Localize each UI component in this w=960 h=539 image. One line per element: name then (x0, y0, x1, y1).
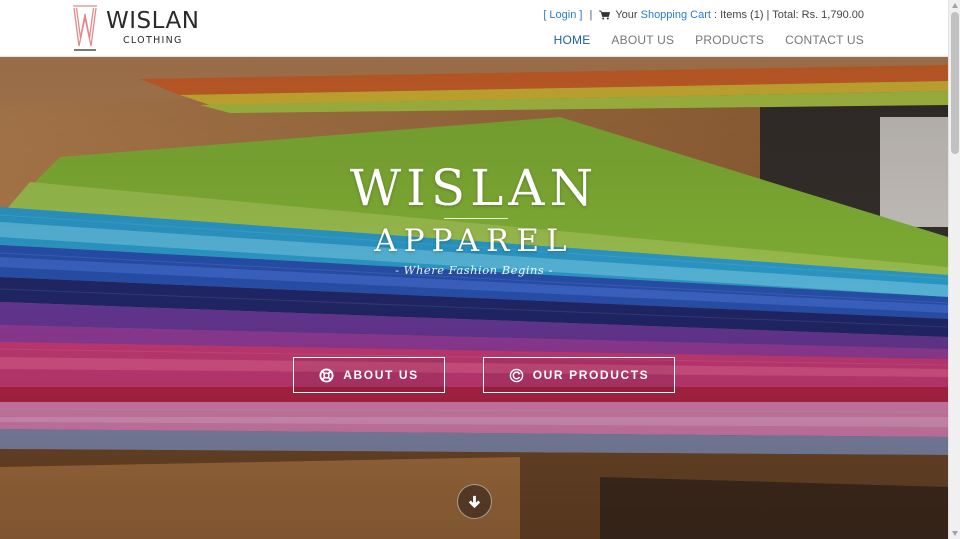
logo-subtitle: CLOTHING (123, 35, 183, 47)
nav-about-us[interactable]: ABOUT US (611, 33, 674, 47)
logo-name: WISLAN (106, 8, 200, 35)
our-products-button-label: OUR PRODUCTS (532, 368, 650, 382)
our-products-button[interactable]: OUR PRODUCTS (483, 357, 675, 393)
hero-section: WISLAN APPAREL - Where Fashion Begins - … (0, 57, 948, 539)
refresh-icon (509, 368, 524, 382)
nav-products[interactable]: PRODUCTS (695, 33, 764, 47)
cart-prefix: Your (615, 9, 638, 21)
hero-divider (444, 218, 508, 219)
hero-subtitle: APPAREL (374, 223, 574, 259)
about-us-button[interactable]: ABOUT US (293, 357, 445, 393)
page-scrollbar[interactable] (948, 0, 960, 539)
brand-logo[interactable]: WISLAN CLOTHING (72, 3, 199, 53)
shopping-cart-icon (599, 10, 611, 20)
main-nav: HOME ABOUT US PRODUCTS CONTACT US (554, 33, 864, 47)
site-header: WISLAN CLOTHING [ Login ] | Your Shoppin… (0, 0, 948, 57)
scroll-down-arrow-icon[interactable] (951, 529, 959, 537)
lifebuoy-icon (319, 367, 334, 383)
logo-w-mark-icon (72, 4, 98, 52)
nav-contact-us[interactable]: CONTACT US (785, 33, 864, 47)
shopping-cart-link[interactable]: Shopping Cart (641, 9, 711, 21)
scrollbar-thumb[interactable] (951, 12, 959, 154)
hero-tagline: - Where Fashion Begins - (395, 263, 553, 277)
account-bar: [ Login ] | Your Shopping Cart : Items (… (543, 9, 864, 21)
about-us-button-label: ABOUT US (343, 368, 419, 382)
scroll-up-arrow-icon[interactable] (951, 2, 959, 10)
login-link[interactable]: [ Login ] (543, 9, 582, 21)
arrow-down-icon (468, 495, 481, 509)
cart-summary: : Items (1) | Total: Rs. 1,790.00 (714, 9, 864, 21)
hero-title: WISLAN (349, 159, 599, 217)
loom-threads-background (0, 57, 948, 539)
scroll-down-button[interactable] (457, 484, 492, 519)
nav-home[interactable]: HOME (554, 33, 591, 47)
topbar-separator: | (589, 9, 593, 21)
